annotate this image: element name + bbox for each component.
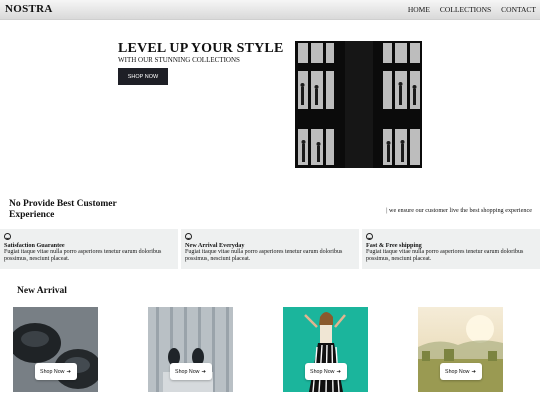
features-row: Satisfaction Guarantee Fugiat itaque vit… [0, 229, 540, 269]
shop-now-card-button[interactable]: Shop Now ➔ [304, 363, 347, 380]
experience-tagline: | we ensure our customer live the best s… [386, 207, 532, 214]
shop-now-card-button[interactable]: Shop Now ➔ [34, 363, 77, 380]
nav-home-link[interactable]: HOME [408, 5, 430, 14]
feature-card: Satisfaction Guarantee Fugiat itaque vit… [0, 229, 178, 269]
main-nav: HOME COLLECTIONS CONTACT [408, 5, 536, 14]
feature-text: Fugiat itaque vitae nulla porro asperior… [366, 249, 524, 262]
hero-subtitle: WITH OUR STUNNING COLLECTIONS [118, 56, 240, 64]
arrow-right-icon: ➔ [471, 368, 476, 375]
feature-card: Fast & Free shipping Fugiat itaque vitae… [362, 229, 540, 269]
smile-icon [4, 233, 11, 240]
arrow-right-icon: ➔ [66, 368, 71, 375]
product-card: Shop Now ➔ [13, 307, 98, 392]
smile-icon [185, 233, 192, 240]
smile-icon [366, 233, 373, 240]
brand-logo[interactable]: NOSTRA [5, 3, 53, 15]
feature-title: Satisfaction Guarantee [4, 242, 65, 249]
hero-image [295, 41, 422, 168]
feature-text: Fugiat itaque vitae nulla porro asperior… [185, 249, 343, 262]
arrow-right-icon: ➔ [336, 368, 341, 375]
feature-text: Fugiat itaque vitae nulla porro asperior… [4, 249, 162, 262]
feature-title: Fast & Free shipping [366, 242, 422, 249]
top-navbar: NOSTRA HOME COLLECTIONS CONTACT [0, 0, 540, 20]
new-arrival-title: New Arrival [17, 286, 67, 296]
shop-now-card-button[interactable]: Shop Now ➔ [439, 363, 482, 380]
feature-title: New Arrival Everyday [185, 242, 245, 249]
button-label: Shop Now [40, 368, 65, 375]
button-label: Shop Now [310, 368, 335, 375]
shop-now-button[interactable]: SHOP NOW [118, 68, 168, 85]
product-card: Shop Now ➔ [148, 307, 233, 392]
nav-contact-link[interactable]: CONTACT [501, 5, 536, 14]
experience-title: No Provide Best Customer Experience [9, 199, 117, 220]
arrow-right-icon: ➔ [201, 368, 206, 375]
product-card: Shop Now ➔ [283, 307, 368, 392]
hero-title: LEVEL UP YOUR STYLE [118, 41, 284, 56]
feature-card: New Arrival Everyday Fugiat itaque vitae… [181, 229, 359, 269]
shop-now-card-button[interactable]: Shop Now ➔ [169, 363, 212, 380]
building-windows-photo [295, 41, 422, 168]
nav-collections-link[interactable]: COLLECTIONS [440, 5, 491, 14]
button-label: Shop Now [445, 368, 470, 375]
button-label: Shop Now [175, 368, 200, 375]
product-card: Shop Now ➔ [418, 307, 503, 392]
